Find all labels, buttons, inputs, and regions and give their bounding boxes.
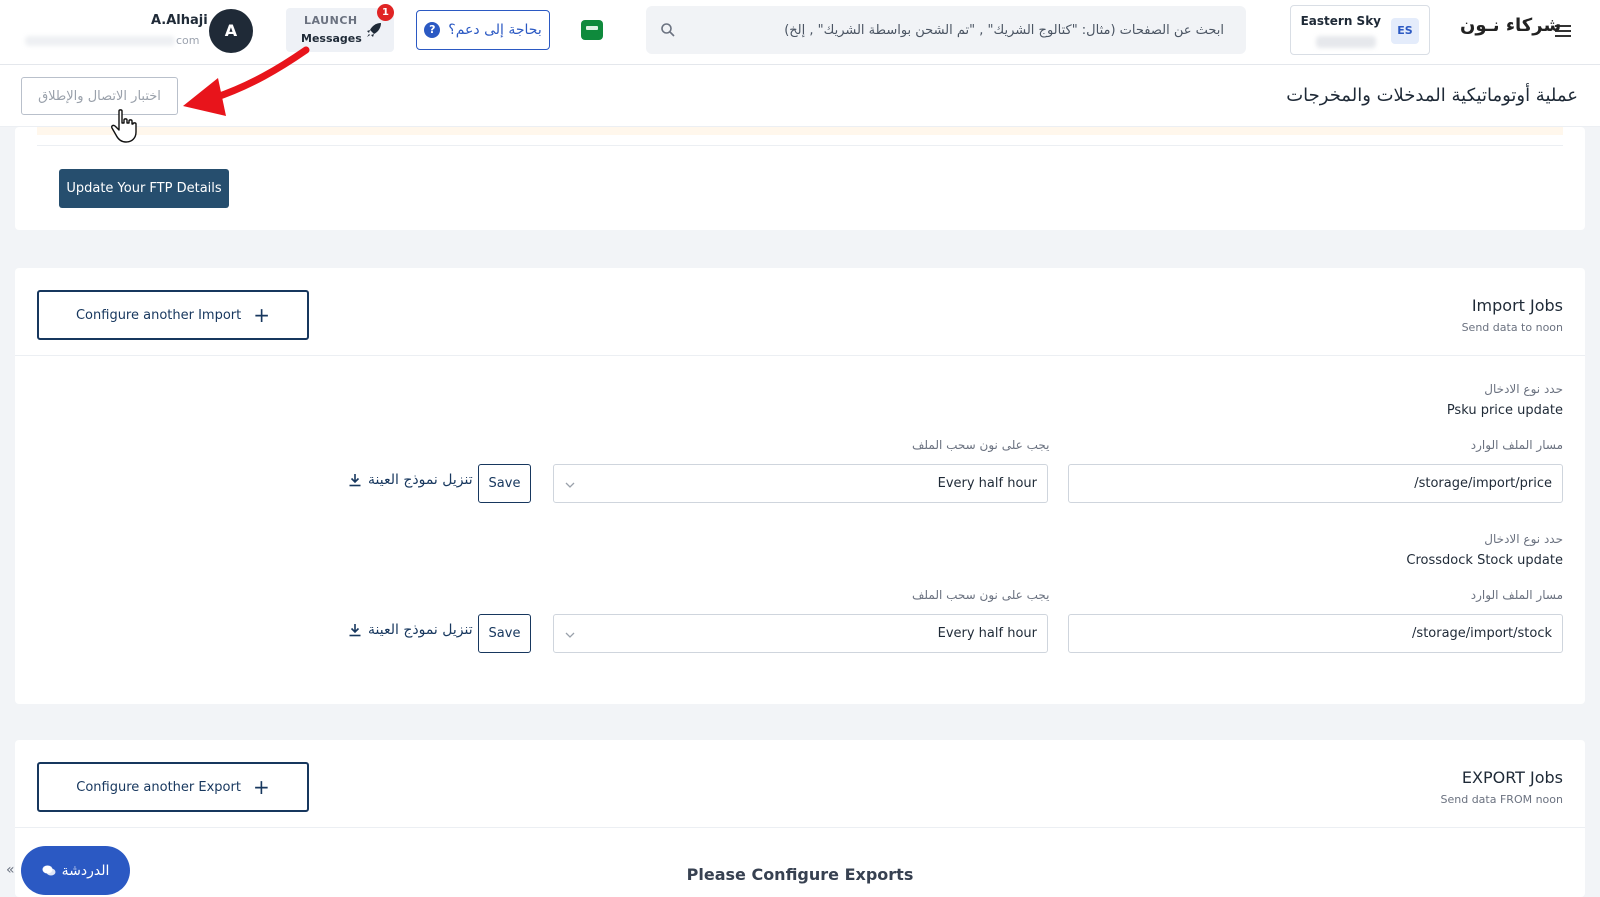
file-path-label: مسار الملف الوارد: [1470, 438, 1563, 452]
import-jobs-card: Configure another Import + Import Jobs S…: [15, 268, 1585, 704]
launch-subtitle: Messages: [301, 32, 362, 45]
store-switcher[interactable]: Eastern Sky ES: [1290, 5, 1430, 55]
download-sample-link[interactable]: تنزيل نموذج العينة: [348, 472, 473, 488]
noon-partners-logo[interactable]: شركاء نـون: [1460, 15, 1561, 36]
store-id-redacted: [1316, 36, 1376, 48]
launch-messages-button[interactable]: LAUNCH Messages 1: [286, 4, 394, 52]
export-jobs-title: EXPORT Jobs: [1461, 768, 1563, 787]
launch-title: LAUNCH: [304, 14, 358, 27]
plus-icon: +: [252, 775, 270, 799]
export-jobs-header: Configure another Export + EXPORT Jobs S…: [15, 740, 1585, 828]
chat-button[interactable]: الدردشة: [21, 846, 130, 895]
import-jobs-header: Configure another Import + Import Jobs S…: [15, 268, 1585, 356]
question-icon: ?: [424, 22, 441, 38]
chevron-down-icon: [565, 482, 575, 488]
store-name: Eastern Sky: [1300, 14, 1381, 28]
export-jobs-subtitle: Send data FROM noon: [1440, 793, 1564, 806]
configure-import-button[interactable]: Configure another Import +: [37, 290, 309, 340]
download-sample-label: تنزيل نموذج العينة: [368, 472, 473, 488]
input-type-label: حدد نوع الادخال: [1484, 532, 1563, 546]
store-badge: ES: [1391, 18, 1419, 44]
warning-strip: [37, 127, 1563, 135]
download-icon: [349, 474, 361, 487]
import-jobs-subtitle: Send data to noon: [1461, 321, 1563, 334]
import-jobs-title: Import Jobs: [1471, 296, 1563, 315]
chat-label: الدردشة: [61, 862, 110, 879]
support-label: بحاجة إلى دعم؟: [448, 22, 542, 38]
plus-icon: +: [253, 303, 271, 327]
configure-import-label: Configure another Import: [75, 307, 242, 323]
chevron-down-icon: [565, 632, 575, 638]
empty-exports-message: Please Configure Exports: [686, 865, 914, 884]
save-button[interactable]: Save: [478, 614, 531, 653]
saudi-flag-icon[interactable]: [581, 20, 603, 40]
pull-frequency-value: Every half hour: [937, 476, 1037, 491]
pull-frequency-label: يجب على نون سحب الملف: [912, 438, 1050, 452]
file-path-input[interactable]: [1068, 464, 1563, 503]
page-title: عملية أوتوماتيكية المدخلات والمخرجات: [1286, 85, 1578, 106]
rocket-icon: [367, 23, 381, 37]
page-header: عملية أوتوماتيكية المدخلات والمخرجات اخت…: [0, 65, 1600, 127]
support-button[interactable]: بحاجة إلى دعم؟ ?: [416, 10, 550, 50]
top-header: شركاء نـون Eastern Sky ES بحاجة إلى دعم؟…: [0, 0, 1600, 65]
input-type-value: Crossdock Stock update: [1406, 553, 1563, 568]
configure-export-button[interactable]: Configure another Export +: [37, 762, 309, 812]
download-sample-label: تنزيل نموذج العينة: [368, 622, 473, 638]
test-connection-button[interactable]: اختبار الاتصال والإطلاق: [21, 77, 178, 115]
search-icon: [661, 23, 675, 37]
pull-frequency-label: يجب على نون سحب الملف: [912, 588, 1050, 602]
configure-export-label: Configure another Export: [76, 779, 241, 795]
ftp-details-card: Update Your FTP Details: [15, 127, 1585, 230]
file-path-label: مسار الملف الوارد: [1470, 588, 1563, 602]
pull-frequency-select[interactable]: Every half hour: [553, 614, 1048, 653]
user-name: A.Alhaji: [151, 13, 208, 28]
pull-frequency-select[interactable]: Every half hour: [553, 464, 1048, 503]
download-icon: [349, 624, 361, 637]
save-button[interactable]: Save: [478, 464, 531, 503]
input-type-label: حدد نوع الادخال: [1484, 382, 1563, 396]
update-ftp-button[interactable]: Update Your FTP Details: [59, 169, 229, 208]
divider: [37, 145, 1563, 146]
collapse-chat-icon[interactable]: «: [6, 862, 15, 878]
pull-frequency-value: Every half hour: [937, 626, 1037, 641]
search-input[interactable]: [686, 14, 1226, 46]
search-bar[interactable]: [646, 6, 1246, 54]
notification-badge: 1: [377, 4, 394, 21]
file-path-input[interactable]: [1068, 614, 1563, 653]
chat-bubbles-icon: [42, 865, 56, 875]
download-sample-link[interactable]: تنزيل نموذج العينة: [348, 622, 473, 638]
input-type-value: Psku price update: [1446, 403, 1563, 418]
user-avatar[interactable]: A: [209, 9, 253, 53]
export-jobs-card: Configure another Export + EXPORT Jobs S…: [15, 740, 1585, 897]
user-email-suffix: com: [176, 34, 200, 47]
user-email-redacted: [25, 36, 175, 46]
